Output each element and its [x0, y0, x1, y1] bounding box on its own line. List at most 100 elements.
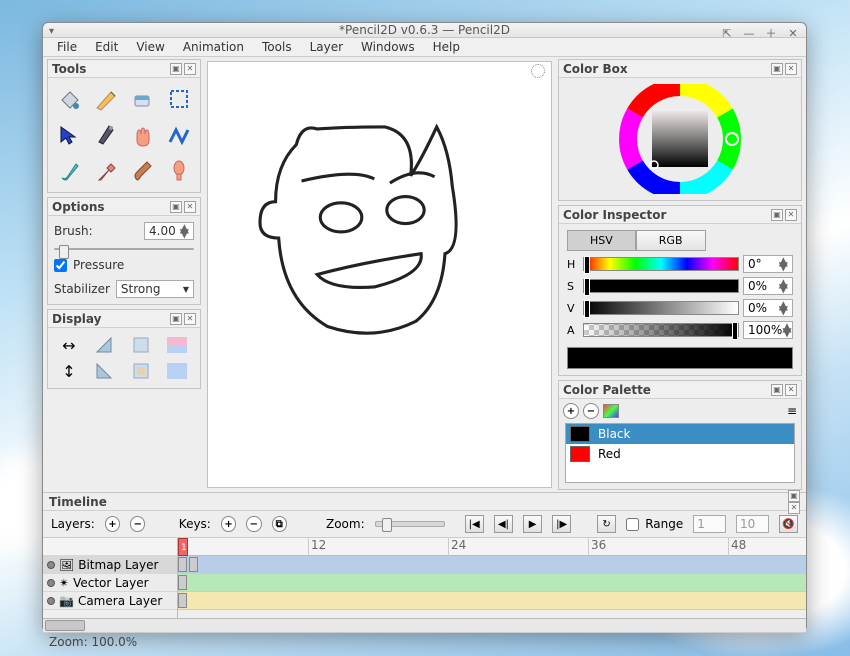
brush-size-input[interactable]: 4.00▲▼	[144, 222, 194, 240]
tool-eyedropper[interactable]	[89, 154, 123, 188]
close-panel-icon[interactable]: ✕	[184, 313, 196, 325]
palette-item[interactable]: Red	[566, 444, 794, 464]
track-bitmap[interactable]	[178, 556, 806, 574]
hue-slider[interactable]	[583, 257, 739, 271]
dup-key-button[interactable]: ⧉	[272, 516, 287, 532]
val-input[interactable]: 0%▲▼	[743, 299, 793, 317]
onion-color-icon[interactable]	[162, 334, 192, 356]
timeline-zoom-slider[interactable]	[375, 521, 445, 527]
color-wheel[interactable]	[615, 84, 745, 194]
undock-icon[interactable]: ▣	[170, 63, 182, 75]
tool-move[interactable]	[52, 118, 86, 152]
remove-key-button[interactable]: −	[246, 516, 261, 532]
window-menu-icon[interactable]: ▾	[49, 26, 63, 40]
hue-input[interactable]: 0°▲▼	[743, 255, 793, 273]
loop-button[interactable]: ↻	[597, 515, 616, 533]
tool-eraser[interactable]	[125, 82, 159, 116]
layer-row[interactable]: 🖼Bitmap Layer	[43, 556, 177, 574]
brush-slider[interactable]	[54, 248, 194, 250]
alpha-input[interactable]: 100%▲▼	[743, 321, 793, 339]
val-slider[interactable]	[583, 301, 739, 315]
options-title: Options	[52, 200, 105, 214]
menu-edit[interactable]: Edit	[87, 38, 126, 56]
undock-icon[interactable]: ▣	[771, 384, 783, 396]
menu-tools[interactable]: Tools	[254, 38, 300, 56]
app-window: ▾ *Pencil2D v0.6.3 — Pencil2D ⇱ — ＋ ✕ Fi…	[42, 22, 807, 632]
menu-help[interactable]: Help	[425, 38, 468, 56]
palette-list[interactable]: Black Red	[565, 423, 795, 483]
timeline-scrollbar[interactable]	[43, 618, 806, 632]
close-panel-icon[interactable]: ✕	[184, 63, 196, 75]
tool-smudge[interactable]	[125, 154, 159, 188]
range-from-input[interactable]: 1	[693, 515, 726, 533]
track-camera[interactable]	[178, 592, 806, 610]
add-key-button[interactable]: +	[221, 516, 236, 532]
close-icon[interactable]: ✕	[786, 26, 800, 40]
play-button[interactable]: ▶	[523, 515, 542, 533]
maximize-icon[interactable]: ＋	[764, 26, 778, 40]
close-panel-icon[interactable]: ✕	[785, 384, 797, 396]
add-color-button[interactable]: +	[563, 403, 579, 419]
window-title: *Pencil2D v0.6.3 — Pencil2D	[339, 23, 510, 37]
stabilizer-select[interactable]: Strong▼	[116, 280, 194, 298]
menu-view[interactable]: View	[128, 38, 172, 56]
add-layer-button[interactable]: +	[105, 516, 120, 532]
remove-layer-button[interactable]: −	[130, 516, 145, 532]
close-panel-icon[interactable]: ✕	[788, 502, 800, 514]
undock-icon[interactable]: ▣	[771, 63, 783, 75]
onion-color2-icon[interactable]	[162, 360, 192, 382]
pin-icon[interactable]: ⇱	[720, 26, 734, 40]
canvas[interactable]	[207, 61, 552, 488]
menu-windows[interactable]: Windows	[353, 38, 423, 56]
palette-picker-icon[interactable]	[603, 404, 619, 418]
alpha-slider[interactable]	[583, 323, 739, 337]
rgb-tab[interactable]: RGB	[636, 230, 706, 251]
tool-smudge2[interactable]	[162, 154, 196, 188]
colorbox-panel: Color Box▣✕	[558, 59, 802, 201]
menu-animation[interactable]: Animation	[175, 38, 252, 56]
titlebar[interactable]: ▾ *Pencil2D v0.6.3 — Pencil2D ⇱ — ＋ ✕	[43, 23, 806, 38]
pressure-checkbox[interactable]: Pressure	[54, 258, 194, 272]
tool-select[interactable]	[162, 82, 196, 116]
next-frame-button[interactable]: |▶	[552, 515, 571, 533]
tool-pencil[interactable]	[89, 82, 123, 116]
undock-icon[interactable]: ▣	[771, 209, 783, 221]
layer-row[interactable]: 📷Camera Layer	[43, 592, 177, 610]
minimize-icon[interactable]: —	[742, 26, 756, 40]
tool-hand[interactable]	[125, 118, 159, 152]
playhead[interactable]: 1	[178, 538, 188, 556]
onion-prev-icon[interactable]	[90, 334, 120, 356]
undock-icon[interactable]: ▣	[170, 201, 182, 213]
tool-pen[interactable]	[89, 118, 123, 152]
palette-menu-icon[interactable]: ≡	[787, 404, 797, 418]
mirror-h-icon[interactable]: ↔	[54, 334, 84, 356]
track-vector[interactable]	[178, 574, 806, 592]
prev-frame-button[interactable]: ◀|	[494, 515, 513, 533]
range-checkbox[interactable]: Range	[626, 517, 683, 531]
sat-slider[interactable]	[583, 279, 739, 293]
close-panel-icon[interactable]: ✕	[184, 201, 196, 213]
tool-polyline[interactable]	[162, 118, 196, 152]
menu-layer[interactable]: Layer	[302, 38, 351, 56]
range-to-input[interactable]: 10	[736, 515, 769, 533]
undock-icon[interactable]: ▣	[788, 490, 800, 502]
display-overlay-icon[interactable]	[126, 360, 156, 382]
tool-brush[interactable]	[52, 154, 86, 188]
close-panel-icon[interactable]: ✕	[785, 63, 797, 75]
timeline-ruler[interactable]: 1 12 24 36 48	[178, 538, 806, 556]
first-frame-button[interactable]: |◀	[465, 515, 484, 533]
mirror-v-icon[interactable]: ↕	[54, 360, 84, 382]
layer-icon: 🖼	[59, 558, 74, 572]
close-panel-icon[interactable]: ✕	[785, 209, 797, 221]
display-grid-icon[interactable]	[126, 334, 156, 356]
tool-bucket[interactable]	[52, 82, 86, 116]
remove-color-button[interactable]: −	[583, 403, 599, 419]
palette-item[interactable]: Black	[566, 424, 794, 444]
onion-next-icon[interactable]	[90, 360, 120, 382]
layer-row[interactable]: ✴Vector Layer	[43, 574, 177, 592]
sat-input[interactable]: 0%▲▼	[743, 277, 793, 295]
undock-icon[interactable]: ▣	[170, 313, 182, 325]
menu-file[interactable]: File	[49, 38, 85, 56]
hsv-tab[interactable]: HSV	[567, 230, 636, 251]
sound-button[interactable]: 🔇	[779, 515, 798, 533]
